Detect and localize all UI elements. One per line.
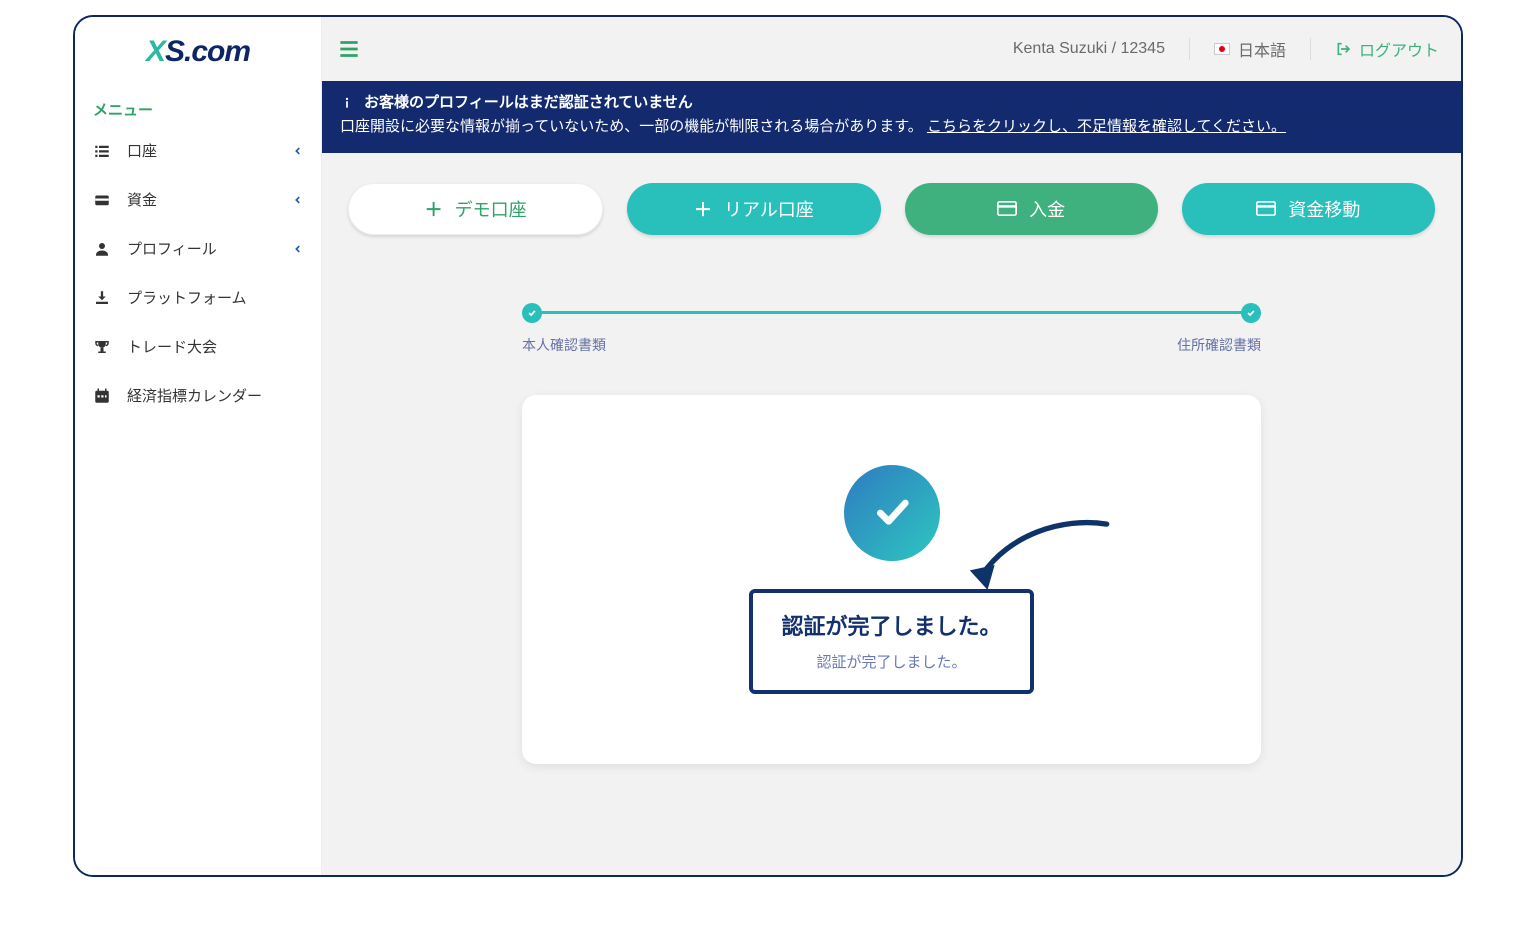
sidebar-item-platform[interactable]: プラットフォーム [75, 273, 321, 322]
verification-callout: 認証が完了しました。 認証が完了しました。 [749, 589, 1033, 694]
language-selector[interactable]: 日本語 [1214, 37, 1286, 61]
plus-icon: ＋ [425, 196, 443, 222]
sidebar-item-competition[interactable]: トレード大会 [75, 322, 321, 371]
user-icon [93, 240, 111, 258]
wallet-icon [93, 191, 111, 209]
sidebar-item-label: トレード大会 [127, 336, 217, 357]
main-area: Kenta Suzuki / 12345 日本語 ログアウト [322, 17, 1461, 875]
action-buttons: ＋ デモ口座 ＋ リアル口座 入金 資金移動 [322, 153, 1461, 255]
sidebar-item-calendar[interactable]: 経済指標カレンダー [75, 371, 321, 420]
plus-icon: ＋ [694, 196, 712, 222]
button-label: 資金移動 [1288, 196, 1360, 222]
deposit-button[interactable]: 入金 [905, 183, 1158, 235]
sidebar: XS.com メニュー 口座 資金 [75, 17, 322, 875]
step-dot-identity [522, 303, 542, 323]
verification-card: 認証が完了しました。 認証が完了しました。 [522, 395, 1261, 764]
chevron-left-icon [293, 146, 303, 156]
stepper: 本人確認書類 住所確認書類 [322, 255, 1461, 365]
real-account-button[interactable]: ＋ リアル口座 [627, 183, 880, 235]
logout-button[interactable]: ログアウト [1335, 37, 1439, 61]
logo: XS.com [75, 17, 321, 87]
button-label: リアル口座 [724, 196, 814, 222]
step-dot-address [1241, 303, 1261, 323]
step-label-address: 住所確認書類 [1177, 335, 1261, 355]
alert-body: 口座開設に必要な情報が揃っていないため、一部の機能が制限される場合があります。 [340, 118, 923, 135]
hamburger-icon[interactable] [336, 36, 362, 62]
sidebar-item-label: プラットフォーム [127, 287, 247, 308]
sidebar-item-profile[interactable]: プロフィール [75, 224, 321, 273]
sidebar-item-funds[interactable]: 資金 [75, 175, 321, 224]
logout-label: ログアウト [1359, 37, 1439, 61]
sidebar-item-label: プロフィール [127, 238, 217, 259]
card-icon [1256, 201, 1276, 217]
profile-alert: お客様のプロフィールはまだ認証されていません 口座開設に必要な情報が揃っていない… [322, 81, 1461, 153]
button-label: デモ口座 [455, 196, 527, 222]
success-check-icon [844, 465, 940, 561]
info-icon [340, 96, 354, 110]
chevron-left-icon [293, 195, 303, 205]
demo-account-button[interactable]: ＋ デモ口座 [348, 183, 603, 235]
sidebar-item-account[interactable]: 口座 [75, 126, 321, 175]
sidebar-item-label: 口座 [127, 140, 157, 161]
chevron-left-icon [293, 244, 303, 254]
callout-subtitle: 認証が完了しました。 [781, 651, 1001, 672]
step-label-identity: 本人確認書類 [522, 335, 606, 355]
logout-icon [1335, 41, 1351, 57]
menu-title: メニュー [75, 87, 321, 126]
user-label: Kenta Suzuki / 12345 [1013, 40, 1165, 58]
topbar: Kenta Suzuki / 12345 日本語 ログアウト [322, 17, 1461, 81]
button-label: 入金 [1029, 196, 1065, 222]
alert-link[interactable]: こちらをクリックし、不足情報を確認してください。 [927, 118, 1286, 135]
trophy-icon [93, 338, 111, 356]
calendar-icon [93, 387, 111, 405]
app-window: XS.com メニュー 口座 資金 [73, 15, 1463, 877]
sidebar-item-label: 資金 [127, 189, 157, 210]
transfer-button[interactable]: 資金移動 [1182, 183, 1435, 235]
card-icon [997, 201, 1017, 217]
topbar-right: Kenta Suzuki / 12345 日本語 ログアウト [1013, 37, 1439, 61]
list-icon [93, 142, 111, 160]
callout-title: 認証が完了しました。 [781, 609, 1001, 641]
download-icon [93, 289, 111, 307]
language-label: 日本語 [1238, 37, 1286, 61]
sidebar-item-label: 経済指標カレンダー [127, 385, 262, 406]
flag-jp-icon [1214, 43, 1230, 55]
alert-title: お客様のプロフィールはまだ認証されていません [364, 91, 693, 115]
